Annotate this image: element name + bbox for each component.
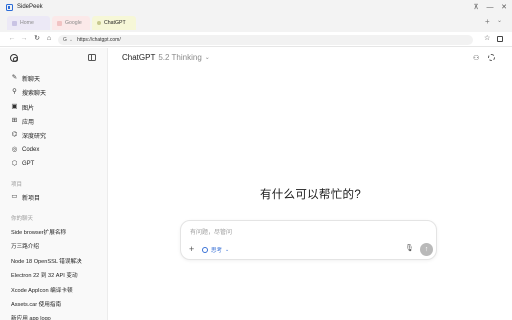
codex-icon: ◎	[11, 145, 18, 153]
tab-strip: Home Google ChatGPT + ⌄	[0, 14, 512, 32]
sidebar-toggle-icon[interactable]	[88, 54, 96, 61]
openai-logo-icon[interactable]	[10, 54, 18, 62]
thinking-mode-button[interactable]: 思考 ⌄	[202, 245, 229, 255]
send-button[interactable]: ↑	[420, 243, 433, 256]
thinking-icon	[202, 247, 208, 253]
extension-icon[interactable]	[497, 36, 503, 42]
gpt-icon: ⬡	[11, 159, 18, 167]
sidebar: ✎ 新聊天 ⚲ 搜索聊天 ▣ 图片 ⊞ 应用 ⌬ 深度研究 ◎ Codex ⬡ …	[0, 48, 108, 320]
sidebar-item-label: 搜索聊天	[22, 90, 47, 97]
site-info-icon[interactable]: G	[63, 37, 67, 43]
microphone-icon[interactable]: 🎙	[405, 245, 414, 252]
address-bar[interactable]: G ⌄ https://chatgpt.com/	[58, 34, 473, 45]
window-controls: ⊼ — ✕	[472, 0, 508, 14]
chevron-down-icon: ⌄	[204, 55, 210, 61]
chat-history-item[interactable]: Electron 22 到 32 API 变动	[6, 269, 102, 281]
image-icon: ▣	[11, 102, 18, 110]
url-text[interactable]: https://chatgpt.com/	[77, 37, 121, 43]
sidebar-item-label: 图片	[22, 105, 35, 112]
browser-toolbar: ← → ↻ ⌂ G ⌄ https://chatgpt.com/ ☆	[0, 32, 512, 47]
folder-plus-icon: ▭	[11, 192, 18, 200]
chat-history-item[interactable]: 新应用 app logo	[6, 312, 102, 320]
tab-label: ChatGPT	[104, 20, 126, 26]
sidebar-item-new-chat[interactable]: ✎ 新聊天	[6, 72, 102, 84]
edit-icon: ✎	[11, 73, 18, 81]
new-tab-icon[interactable]: +	[485, 18, 490, 26]
sidebar-item-search-chats[interactable]: ⚲ 搜索聊天	[6, 86, 102, 98]
research-icon: ⌬	[11, 130, 18, 138]
tab-label: Home	[20, 20, 34, 26]
sidebar-item-codex[interactable]: ◎ Codex	[6, 144, 102, 156]
chat-history-item[interactable]: 万三路介绍	[6, 240, 102, 252]
pin-icon[interactable]: ⊼	[472, 4, 480, 11]
model-version: 5.2 Thinking	[158, 53, 202, 62]
chat-history-item[interactable]: Side browser扩展名称	[6, 226, 102, 238]
home-favicon-icon	[12, 20, 17, 26]
add-user-icon[interactable]: ⚇	[473, 54, 479, 62]
projects-heading: 项目	[11, 182, 23, 188]
back-arrow-icon[interactable]: ←	[8, 35, 16, 42]
apps-icon: ⊞	[11, 116, 18, 124]
chatgpt-favicon-icon	[97, 21, 101, 25]
main-content: ChatGPT 5.2 Thinking ⌄ ⚇ 有什么可以帮忙的? + 思考 …	[109, 48, 512, 320]
tab-home[interactable]: Home	[7, 16, 50, 30]
page-title: 有什么可以帮忙的?	[259, 189, 362, 201]
sidebar-item-label: 新聊天	[22, 76, 41, 83]
sidebar-item-label: 新项目	[22, 195, 41, 202]
bookmark-star-icon[interactable]: ☆	[484, 35, 490, 42]
sidebar-item-images[interactable]: ▣ 图片	[6, 101, 102, 113]
sidebar-item-apps[interactable]: ⊞ 应用	[6, 115, 102, 127]
sidebar-item-new-project[interactable]: ▭ 新项目	[6, 191, 102, 203]
model-name: ChatGPT	[122, 53, 156, 62]
mode-label: 思考	[211, 248, 223, 254]
model-picker[interactable]: ChatGPT 5.2 Thinking ⌄	[122, 53, 210, 62]
sidebar-item-label: 应用	[22, 119, 35, 126]
forward-arrow-icon[interactable]: →	[20, 35, 28, 42]
temporary-chat-icon[interactable]	[488, 54, 495, 61]
tab-label: Google	[65, 20, 82, 26]
tab-chatgpt[interactable]: ChatGPT	[92, 16, 136, 30]
tab-google[interactable]: Google	[52, 16, 90, 30]
close-button[interactable]: ✕	[500, 4, 508, 11]
chats-heading: 你的聊天	[11, 216, 34, 222]
title-bar: SidePeek ⊼ — ✕	[0, 0, 512, 14]
chat-history-item[interactable]: Xcode AppIcon 编译卡顿	[6, 284, 102, 296]
google-favicon-icon	[57, 20, 62, 26]
chevron-down-icon: ⌄	[225, 247, 230, 253]
sidebar-item-label: Codex	[22, 147, 40, 153]
chat-history-item[interactable]: Node 18 OpenSSL 错误解决	[6, 255, 102, 267]
sidebar-item-label: 深度研究	[22, 133, 47, 140]
search-icon: ⚲	[12, 87, 17, 95]
chat-composer: + 思考 ⌄ 🎙 ↑	[180, 220, 437, 260]
home-icon[interactable]: ⌂	[45, 35, 53, 42]
prompt-input[interactable]	[190, 228, 420, 237]
sidebar-item-deep-research[interactable]: ⌬ 深度研究	[6, 129, 102, 141]
sidepeek-logo-icon	[6, 3, 13, 11]
chevron-down-icon: ⌄	[68, 36, 74, 43]
chevron-down-icon[interactable]: ⌄	[497, 18, 502, 24]
sidebar-item-gpt[interactable]: ⬡ GPT	[6, 158, 102, 170]
app-title: SidePeek	[17, 4, 43, 10]
sidebar-item-label: GPT	[22, 161, 35, 167]
chat-history-item[interactable]: Assets.car 使用指南	[6, 298, 102, 310]
reload-icon[interactable]: ↻	[33, 35, 41, 42]
minimize-button[interactable]: —	[486, 4, 494, 11]
add-attachment-icon[interactable]: +	[189, 245, 194, 254]
